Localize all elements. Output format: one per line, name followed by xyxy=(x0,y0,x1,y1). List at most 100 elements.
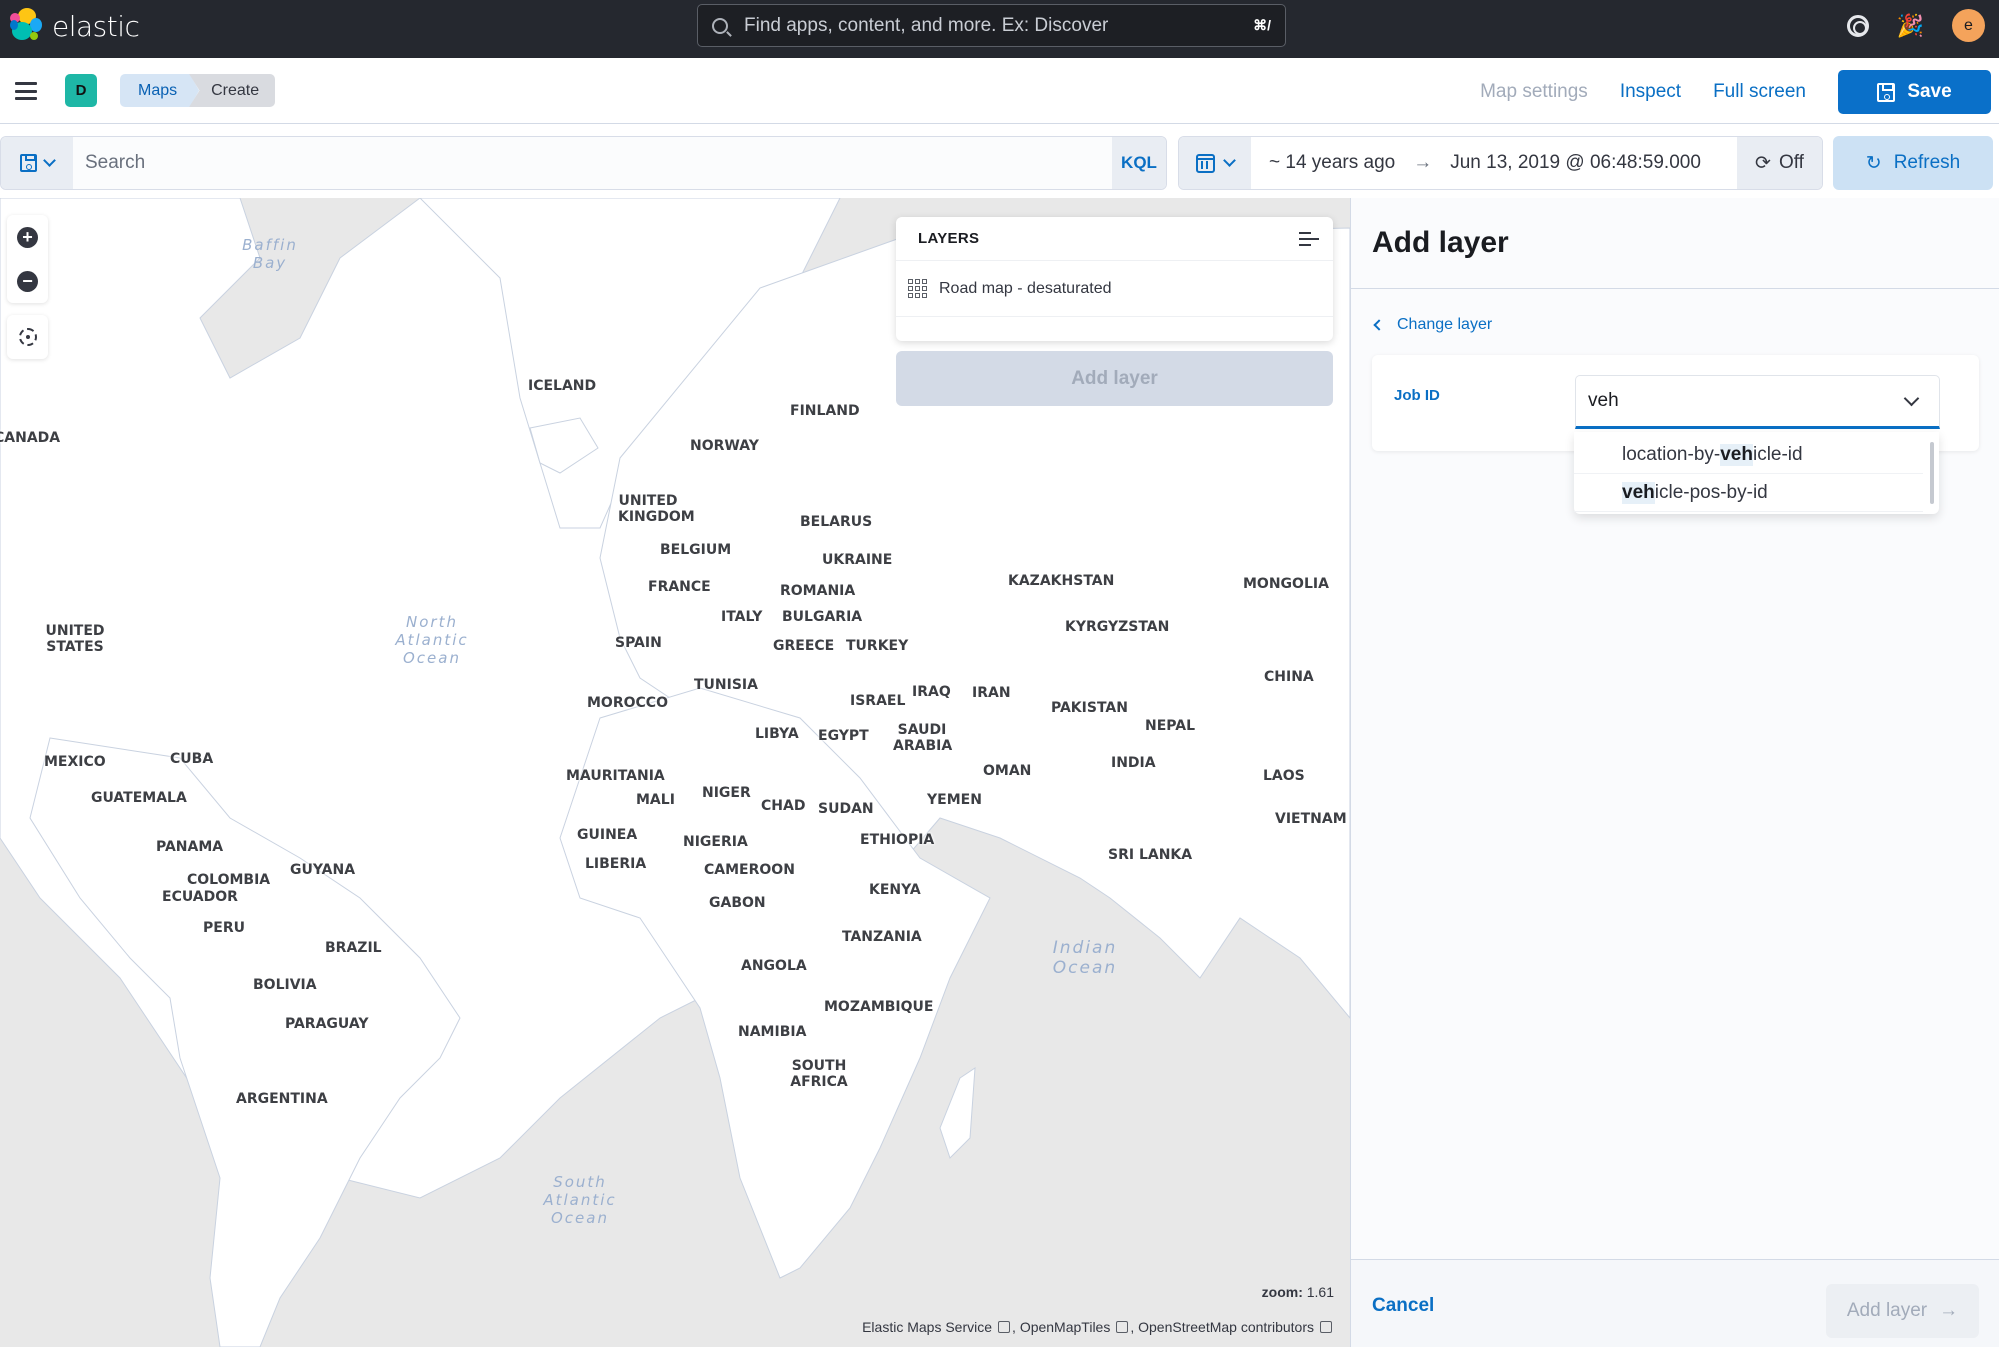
map-label: CHAD xyxy=(761,798,806,814)
space-avatar[interactable]: D xyxy=(65,74,97,107)
map-label: PANAMA xyxy=(156,839,224,855)
map-label: BOLIVIA xyxy=(253,977,317,993)
layers-title: LAYERS xyxy=(918,230,980,247)
newsfeed-icon[interactable]: 🎉 xyxy=(1897,13,1924,39)
date-end[interactable]: Jun 13, 2019 @ 06:48:59.000 xyxy=(1450,152,1701,174)
user-avatar[interactable]: e xyxy=(1952,9,1985,42)
attribution-link[interactable]: OpenStreetMap contributors xyxy=(1138,1319,1314,1335)
auto-refresh-toggle[interactable]: ⟳ Off xyxy=(1737,137,1822,189)
map-label: NIGER xyxy=(702,785,751,801)
layer-item[interactable]: Road map - desaturated xyxy=(896,261,1333,317)
map-label: COLOMBIA xyxy=(187,872,271,888)
job-option[interactable]: veh icle-pos-by-id xyxy=(1574,474,1923,512)
map-label: GREECE xyxy=(773,638,835,654)
map-label: FRANCE xyxy=(648,579,711,595)
global-search[interactable]: ⌘/ xyxy=(697,4,1286,47)
map-label: NEPAL xyxy=(1145,718,1196,734)
flyout-title: Add layer xyxy=(1372,226,1509,259)
map-label: SRI LANKA xyxy=(1108,847,1193,863)
map-label: SOUTH AFRICA xyxy=(790,1058,848,1091)
cancel-button[interactable]: Cancel xyxy=(1372,1295,1434,1317)
query-input[interactable] xyxy=(73,137,1112,189)
query-language-button[interactable]: KQL xyxy=(1112,137,1166,189)
option-text: icle-id xyxy=(1752,443,1803,465)
keyboard-shortcut: ⌘/ xyxy=(1253,17,1271,33)
arrow-right-icon: → xyxy=(1413,152,1433,173)
map-label: PERU xyxy=(203,920,245,936)
job-id-input[interactable] xyxy=(1588,390,1906,412)
add-layer-label: Add layer xyxy=(1846,1300,1928,1321)
map-label: NORWAY xyxy=(690,438,759,454)
refresh-button[interactable]: ↻ Refresh xyxy=(1833,136,1993,190)
scrollbar[interactable] xyxy=(1930,442,1934,504)
job-option[interactable]: location-by-veh icle-id xyxy=(1574,436,1923,474)
map-label: ECUADOR xyxy=(162,889,238,905)
map-label: SPAIN xyxy=(615,635,662,651)
map-label: TANZANIA xyxy=(842,929,922,945)
map-label: PAKISTAN xyxy=(1051,700,1128,716)
attribution-link[interactable]: OpenMapTiles xyxy=(1020,1319,1111,1335)
fit-to-data-button[interactable] xyxy=(7,315,48,359)
elastic-logo-icon xyxy=(10,8,44,44)
calendar-icon xyxy=(1196,153,1215,173)
divider xyxy=(1351,288,1999,289)
auto-refresh-label: Off xyxy=(1778,152,1804,173)
flyout-footer: Cancel Add layer → xyxy=(1351,1259,1999,1347)
map-label: MOROCCO xyxy=(587,695,668,711)
map-label: IRAN xyxy=(972,685,1011,701)
option-text: icle-pos-by-id xyxy=(1654,481,1768,503)
map-label: GABON xyxy=(709,895,766,911)
date-picker: ~ 14 years ago → Jun 13, 2019 @ 06:48:59… xyxy=(1178,136,1823,190)
change-layer-link[interactable]: Change layer xyxy=(1373,316,1492,334)
map-label: ITALY xyxy=(721,609,763,625)
add-layer-button-map[interactable]: Add layer xyxy=(896,351,1333,406)
global-search-input[interactable] xyxy=(744,14,1254,37)
crosshair-icon xyxy=(18,328,37,346)
plus-icon: + xyxy=(17,226,38,248)
attribution-link[interactable]: Elastic Maps Service xyxy=(862,1319,992,1335)
zoom-out-button[interactable]: − xyxy=(7,259,48,303)
save-button[interactable]: Save xyxy=(1838,70,1991,114)
elastic-logo[interactable]: elastic xyxy=(10,8,140,44)
map-label: BELGIUM xyxy=(660,542,732,558)
map-label: MONGOLIA xyxy=(1243,576,1329,592)
map-label: UKRAINE xyxy=(822,552,893,568)
option-text: location-by- xyxy=(1622,443,1721,465)
saved-query-button[interactable] xyxy=(1,137,73,189)
inspect-link[interactable]: Inspect xyxy=(1620,81,1681,103)
help-icon[interactable] xyxy=(1846,14,1869,37)
collapse-icon[interactable] xyxy=(1299,231,1319,246)
full-screen-link[interactable]: Full screen xyxy=(1713,81,1806,103)
map-label: PARAGUAY xyxy=(285,1016,369,1032)
map-label: ANGOLA xyxy=(741,958,807,974)
map-label: KYRGYZSTAN xyxy=(1065,619,1170,635)
chevron-down-icon[interactable] xyxy=(1903,390,1920,406)
map-label: CANADA xyxy=(0,430,61,446)
refresh-label: Refresh xyxy=(1893,152,1961,173)
job-id-label: Job ID xyxy=(1394,387,1440,404)
tile-grid-icon xyxy=(908,279,927,298)
quick-date-button[interactable] xyxy=(1179,137,1251,189)
date-start[interactable]: ~ 14 years ago xyxy=(1269,152,1395,174)
zoom-in-button[interactable]: + xyxy=(7,215,48,259)
map-label: TUNISIA xyxy=(694,677,758,693)
map-label: UNITED STATES xyxy=(45,623,105,656)
external-link-icon xyxy=(998,1321,1011,1333)
external-link-icon xyxy=(1116,1321,1129,1333)
option-match: veh xyxy=(1622,481,1655,504)
map-label: MEXICO xyxy=(44,754,106,770)
query-search: KQL xyxy=(0,136,1167,190)
job-id-combobox[interactable] xyxy=(1575,375,1940,429)
map-label: VIETNAM xyxy=(1275,811,1347,827)
map-label: CHINA xyxy=(1264,669,1314,685)
map-label: UNITED KINGDOM xyxy=(618,493,695,526)
arrow-right-icon: → xyxy=(1939,1300,1959,1321)
breadcrumb-maps[interactable]: Maps xyxy=(120,74,200,107)
add-layer-button[interactable]: Add layer → xyxy=(1826,1284,1979,1338)
search-icon xyxy=(712,17,728,34)
map-label: CAMEROON xyxy=(704,862,795,878)
chevron-down-icon xyxy=(1223,154,1236,167)
map-settings-link[interactable]: Map settings xyxy=(1480,81,1588,103)
menu-icon[interactable] xyxy=(15,82,37,100)
map-label: MOZAMBIQUE xyxy=(824,999,934,1015)
